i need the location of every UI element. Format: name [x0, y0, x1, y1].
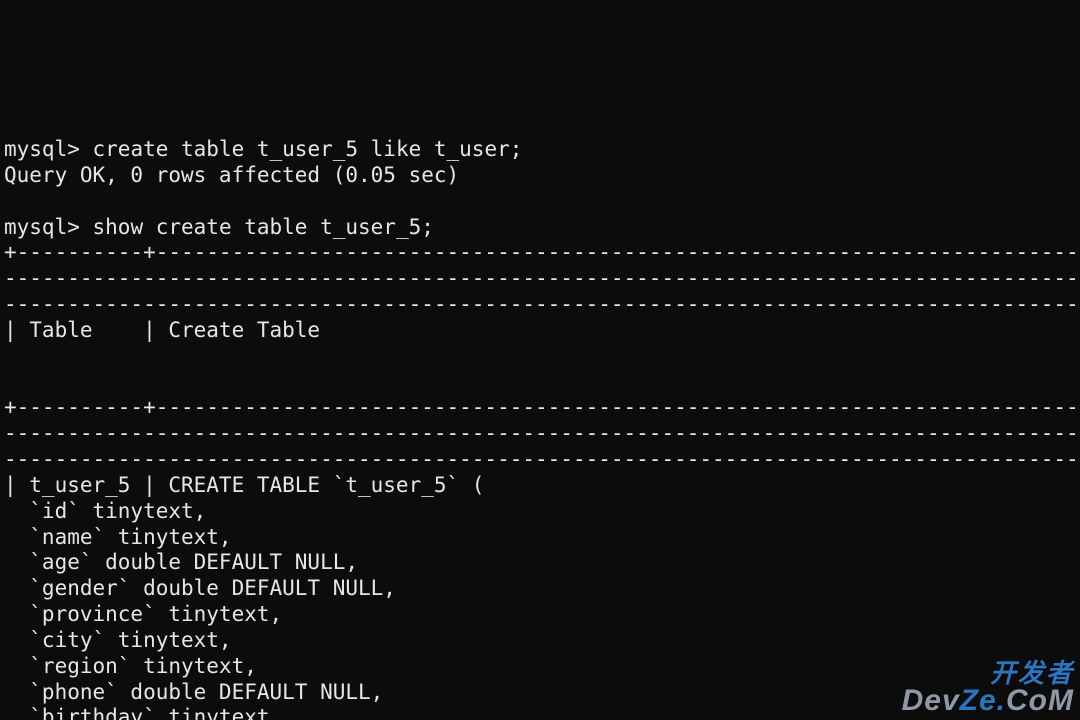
column-def-gender: `gender` double DEFAULT NULL,	[4, 576, 396, 600]
table-header-row: | Table | Create Table	[4, 318, 320, 342]
column-def-name: `name` tinytext,	[4, 525, 232, 549]
table-body-open: | t_user_5 | CREATE TABLE `t_user_5` (	[4, 473, 484, 497]
mysql-prompt: mysql>	[4, 215, 93, 239]
column-def-region: `region` tinytext,	[4, 654, 257, 678]
table-border: ----------------------------------------…	[4, 421, 1080, 445]
column-def-province: `province` tinytext,	[4, 602, 282, 626]
column-def-phone: `phone` double DEFAULT NULL,	[4, 680, 383, 704]
table-border: ----------------------------------------…	[4, 292, 1080, 316]
query-response: Query OK, 0 rows affected (0.05 sec)	[4, 163, 459, 187]
mysql-prompt: mysql>	[4, 137, 93, 161]
table-border: ----------------------------------------…	[4, 447, 1080, 471]
column-def-id: `id` tinytext,	[4, 499, 206, 523]
column-def-age: `age` double DEFAULT NULL,	[4, 550, 358, 574]
table-border: ----------------------------------------…	[4, 266, 1080, 290]
sql-command-create: create table t_user_5 like t_user;	[93, 137, 523, 161]
column-def-birthday: `birthday` tinytext,	[4, 705, 282, 720]
table-border: +----------+----------------------------…	[4, 240, 1080, 264]
column-def-city: `city` tinytext,	[4, 628, 232, 652]
terminal-output: mysql> create table t_user_5 like t_user…	[0, 129, 1080, 720]
table-header-end: |	[4, 370, 1080, 394]
table-border: +----------+----------------------------…	[4, 395, 1080, 419]
sql-command-show: show create table t_user_5;	[93, 215, 434, 239]
